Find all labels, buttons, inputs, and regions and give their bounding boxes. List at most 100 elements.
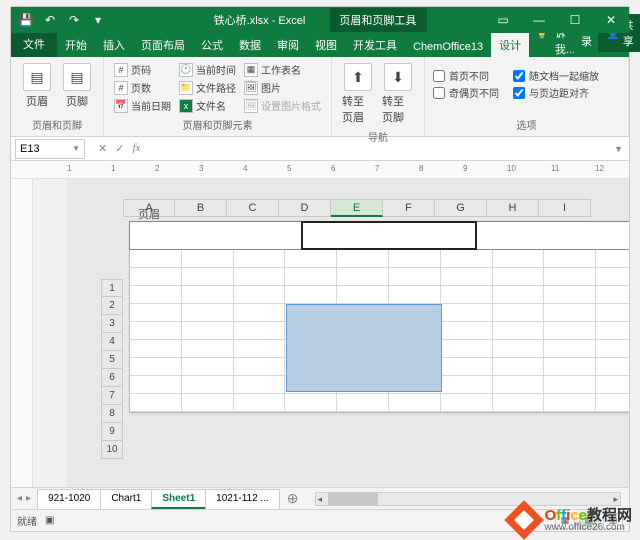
close-button[interactable]: ✕ bbox=[593, 7, 629, 33]
cell[interactable] bbox=[234, 394, 286, 412]
tab-insert[interactable]: 插入 bbox=[95, 33, 133, 57]
sheet-name-button[interactable]: ▦工作表名 bbox=[242, 61, 323, 78]
cell[interactable] bbox=[130, 286, 182, 304]
cell[interactable] bbox=[130, 376, 182, 394]
cell[interactable] bbox=[441, 286, 493, 304]
tab-review[interactable]: 审阅 bbox=[269, 33, 307, 57]
column-header-B[interactable]: B bbox=[175, 199, 227, 217]
row-header-1[interactable]: 1 bbox=[101, 279, 123, 297]
cell[interactable] bbox=[182, 268, 234, 286]
footer-button[interactable]: ▤页脚 bbox=[59, 61, 95, 115]
horizontal-scrollbar[interactable]: ◂▸ bbox=[315, 492, 621, 506]
tab-nav-first-icon[interactable]: ◂ bbox=[17, 493, 22, 504]
file-name-button[interactable]: x文件名 bbox=[177, 97, 238, 114]
scale-with-doc-checkbox[interactable]: 随文档一起缩放 bbox=[513, 67, 599, 84]
column-header-C[interactable]: C bbox=[227, 199, 279, 217]
cell[interactable] bbox=[544, 322, 596, 340]
cell[interactable] bbox=[596, 286, 629, 304]
cell[interactable] bbox=[337, 250, 389, 268]
tab-developer[interactable]: 开发工具 bbox=[345, 33, 405, 57]
header-center-box[interactable] bbox=[301, 221, 477, 250]
cell[interactable] bbox=[596, 376, 629, 394]
column-header-I[interactable]: I bbox=[539, 199, 591, 217]
align-margins-checkbox[interactable]: 与页边距对齐 bbox=[513, 84, 599, 101]
cell[interactable] bbox=[544, 340, 596, 358]
cell[interactable] bbox=[493, 376, 545, 394]
page-count-button[interactable]: #页数 bbox=[112, 79, 173, 96]
row-header-7[interactable]: 7 bbox=[101, 387, 123, 405]
cell[interactable] bbox=[182, 376, 234, 394]
enter-formula-icon[interactable]: ✓ bbox=[112, 142, 127, 155]
cell[interactable] bbox=[130, 322, 182, 340]
cell[interactable] bbox=[441, 376, 493, 394]
cell[interactable] bbox=[130, 394, 182, 412]
row-header-5[interactable]: 5 bbox=[101, 351, 123, 369]
tab-home[interactable]: 开始 bbox=[57, 33, 95, 57]
chevron-down-icon[interactable]: ▼ bbox=[72, 144, 80, 153]
column-header-H[interactable]: H bbox=[487, 199, 539, 217]
odd-even-different-checkbox[interactable]: 奇偶页不同 bbox=[433, 84, 499, 101]
cell[interactable] bbox=[182, 340, 234, 358]
column-header-E[interactable]: E bbox=[331, 199, 383, 217]
tab-file[interactable]: 文件 bbox=[11, 31, 57, 57]
qat-more-icon[interactable]: ▾ bbox=[89, 11, 107, 29]
cell[interactable] bbox=[441, 268, 493, 286]
cell[interactable] bbox=[234, 376, 286, 394]
new-sheet-button[interactable]: ⊕ bbox=[279, 490, 307, 507]
cell[interactable] bbox=[337, 286, 389, 304]
cell[interactable] bbox=[285, 286, 337, 304]
cell[interactable] bbox=[234, 358, 286, 376]
tab-chemoffice[interactable]: ChemOffice13 bbox=[405, 37, 491, 57]
cell[interactable] bbox=[596, 304, 629, 322]
cell[interactable] bbox=[130, 268, 182, 286]
cell[interactable] bbox=[285, 394, 337, 412]
header-right-box[interactable] bbox=[475, 221, 629, 250]
cell[interactable] bbox=[596, 250, 629, 268]
cell[interactable] bbox=[493, 286, 545, 304]
cell[interactable] bbox=[337, 268, 389, 286]
sheet-tab-4[interactable]: 1021-112 ... bbox=[205, 489, 280, 509]
cell[interactable] bbox=[234, 286, 286, 304]
cell[interactable] bbox=[544, 376, 596, 394]
cell[interactable] bbox=[544, 286, 596, 304]
cell[interactable] bbox=[544, 304, 596, 322]
column-header-D[interactable]: D bbox=[279, 199, 331, 217]
fx-icon[interactable]: fx bbox=[129, 142, 143, 155]
expand-formula-icon[interactable]: ▼ bbox=[608, 144, 629, 154]
column-header-F[interactable]: F bbox=[383, 199, 435, 217]
cell[interactable] bbox=[596, 340, 629, 358]
goto-footer-button[interactable]: ⬇转至页脚 bbox=[380, 61, 416, 127]
cell[interactable] bbox=[544, 394, 596, 412]
page-number-button[interactable]: #页码 bbox=[112, 61, 173, 78]
tab-pagelayout[interactable]: 页面布局 bbox=[133, 33, 193, 57]
cell[interactable] bbox=[493, 394, 545, 412]
row-header-4[interactable]: 4 bbox=[101, 333, 123, 351]
row-header-9[interactable]: 9 bbox=[101, 423, 123, 441]
cell[interactable] bbox=[493, 250, 545, 268]
goto-header-button[interactable]: ⬆转至页眉 bbox=[340, 61, 376, 127]
cell[interactable] bbox=[234, 268, 286, 286]
file-path-button[interactable]: 📁文件路径 bbox=[177, 79, 238, 96]
cell[interactable] bbox=[389, 394, 441, 412]
cell[interactable] bbox=[493, 304, 545, 322]
tab-data[interactable]: 数据 bbox=[231, 33, 269, 57]
cell[interactable] bbox=[337, 394, 389, 412]
row-header-3[interactable]: 3 bbox=[101, 315, 123, 333]
cancel-formula-icon[interactable]: ✕ bbox=[95, 142, 110, 155]
cell[interactable] bbox=[285, 250, 337, 268]
cell[interactable] bbox=[596, 322, 629, 340]
cell[interactable] bbox=[130, 304, 182, 322]
row-header-10[interactable]: 10 bbox=[101, 441, 123, 459]
header-left-box[interactable] bbox=[129, 221, 303, 250]
maximize-button[interactable]: ☐ bbox=[557, 7, 593, 33]
picture-button[interactable]: 🖼图片 bbox=[242, 79, 323, 96]
cell[interactable] bbox=[130, 358, 182, 376]
header-button[interactable]: ▤页眉 bbox=[19, 61, 55, 115]
sheet-tab-sheet1[interactable]: Sheet1 bbox=[151, 489, 206, 509]
minimize-button[interactable]: — bbox=[521, 7, 557, 33]
cell[interactable] bbox=[234, 250, 286, 268]
formula-bar[interactable] bbox=[149, 143, 608, 155]
redo-icon[interactable]: ↷ bbox=[65, 11, 83, 29]
cell[interactable] bbox=[493, 358, 545, 376]
cell[interactable] bbox=[182, 304, 234, 322]
